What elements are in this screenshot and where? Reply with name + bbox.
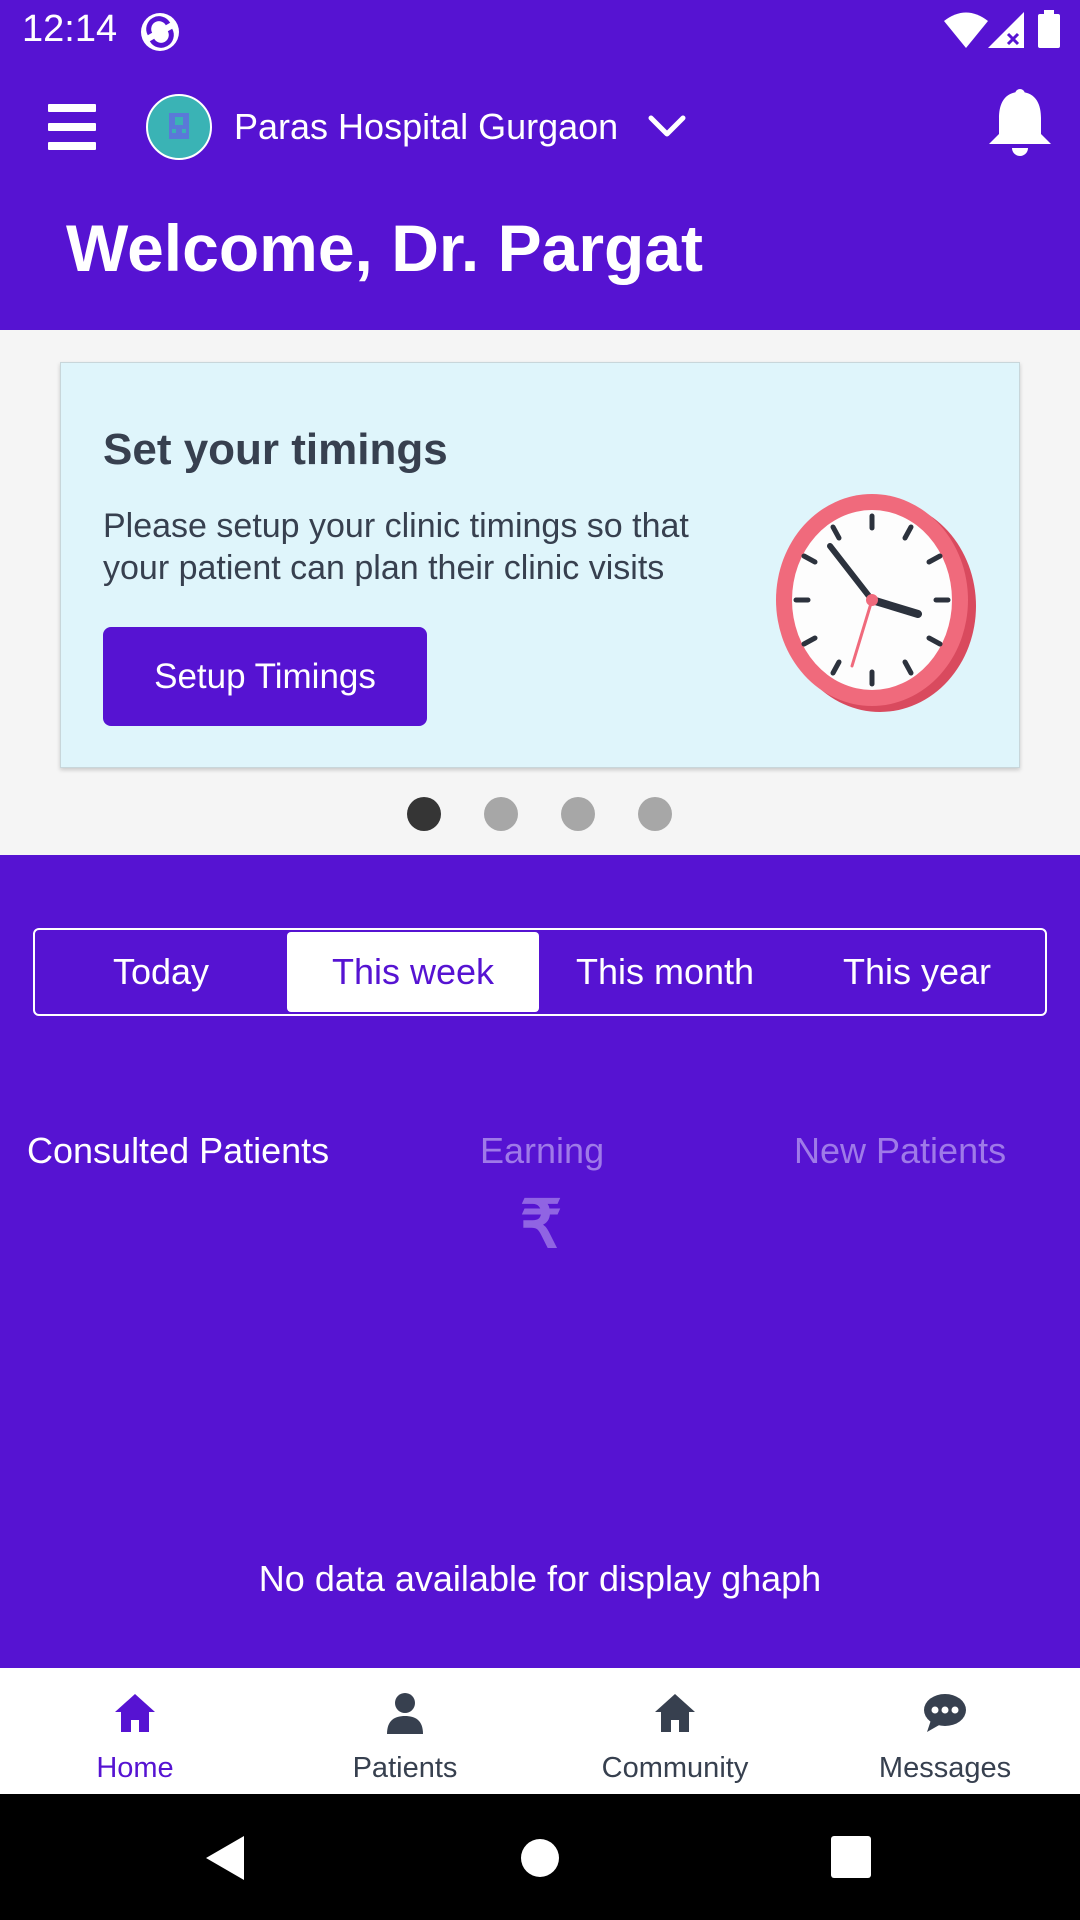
carousel-dot[interactable]: [484, 797, 518, 831]
new-patients-tab[interactable]: New Patients: [794, 1130, 1006, 1172]
hamburger-menu-icon[interactable]: [48, 104, 96, 152]
carousel-dot[interactable]: [561, 797, 595, 831]
notification-bell-icon[interactable]: [985, 86, 1055, 158]
nav-home-label: Home: [96, 1752, 174, 1784]
rupee-icon: ₹: [520, 1187, 562, 1261]
nav-messages[interactable]: Messages: [810, 1668, 1080, 1794]
carousel-dot[interactable]: [638, 797, 672, 831]
battery-icon: [1038, 10, 1060, 48]
home-circle-icon[interactable]: [520, 1838, 560, 1878]
recents-square-icon[interactable]: [831, 1836, 871, 1878]
tab-this-week[interactable]: This week: [287, 932, 539, 1012]
earning-tab[interactable]: Earning: [480, 1130, 604, 1172]
signal-icon: [988, 12, 1026, 48]
community-home-icon: [655, 1694, 695, 1732]
nav-community[interactable]: Community: [540, 1668, 810, 1794]
tab-today[interactable]: Today: [35, 932, 287, 1012]
app-notification-icon: [138, 10, 182, 54]
clock-illustration-icon: [768, 494, 978, 716]
card-description: Please setup your clinic timings so that…: [103, 507, 689, 587]
wifi-icon: [944, 12, 988, 48]
hospital-selector[interactable]: Paras Hospital Gurgaon: [234, 106, 618, 148]
nav-patients-label: Patients: [352, 1752, 458, 1784]
person-icon: [387, 1693, 423, 1734]
back-icon[interactable]: [204, 1834, 248, 1882]
nav-messages-label: Messages: [878, 1752, 1012, 1784]
hospital-avatar[interactable]: [146, 94, 212, 160]
nav-patients[interactable]: Patients: [270, 1668, 540, 1794]
graph-empty-message: No data available for display ghaph: [258, 1558, 822, 1599]
nav-community-label: Community: [601, 1752, 749, 1784]
consulted-patients-tab[interactable]: Consulted Patients: [27, 1130, 329, 1172]
tab-this-month[interactable]: This month: [539, 932, 791, 1012]
card-title: Set your timings: [103, 425, 448, 474]
nav-home[interactable]: Home: [0, 1668, 270, 1794]
tab-this-year[interactable]: This year: [791, 932, 1043, 1012]
chat-bubble-icon: [924, 1694, 966, 1732]
welcome-heading: Welcome, Dr. Pargat: [66, 211, 704, 285]
carousel-dot[interactable]: [407, 797, 441, 831]
chevron-down-icon[interactable]: [645, 110, 689, 142]
home-icon: [115, 1694, 155, 1732]
status-time: 12:14: [22, 8, 118, 50]
setup-timings-button[interactable]: Setup Timings: [103, 627, 427, 726]
